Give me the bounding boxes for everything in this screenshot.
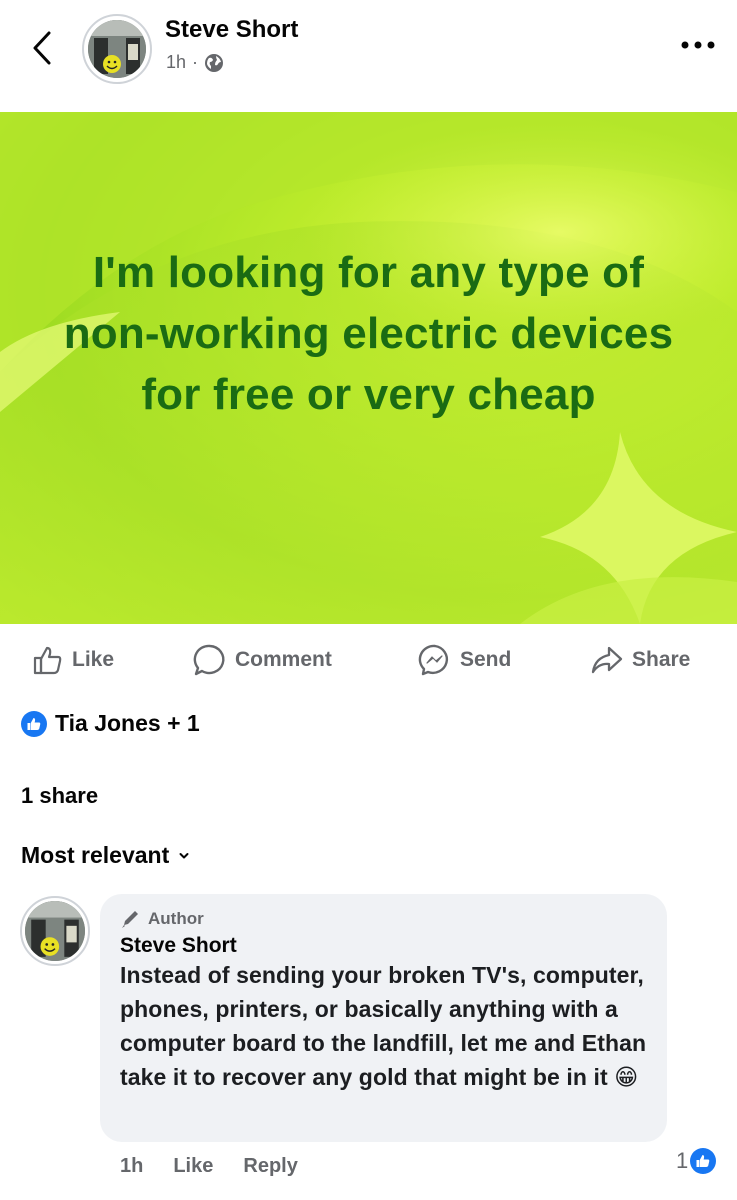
commenter-avatar[interactable] (20, 896, 90, 966)
author-name[interactable]: Steve Short (165, 16, 298, 44)
comment-sort-dropdown[interactable]: Most relevant (21, 842, 189, 869)
send-button[interactable]: Send (418, 630, 511, 690)
pencil-icon (122, 911, 138, 928)
grinning-emoji-icon: 😁 (614, 1064, 639, 1090)
chevron-left-icon (33, 31, 51, 65)
like-button[interactable]: Like (32, 630, 114, 690)
sort-label: Most relevant (21, 842, 170, 868)
author-avatar[interactable] (82, 14, 152, 84)
globe-icon (205, 53, 224, 72)
avatar-photo (88, 20, 146, 78)
author-badge: Author (120, 908, 647, 930)
more-options-button[interactable] (676, 30, 720, 60)
post-meta: 1h · (166, 52, 224, 73)
reaction-summary[interactable]: Tia Jones + 1 (21, 710, 200, 737)
post-text: I'm looking for any type of non-working … (63, 248, 674, 419)
commenter-name[interactable]: Steve Short (120, 934, 647, 958)
post-actions: Like Comment Send Share (0, 630, 737, 690)
back-button[interactable] (22, 26, 62, 70)
comment-reaction-count[interactable]: 1 (676, 1148, 717, 1174)
comment-label: Comment (235, 648, 332, 671)
comment-like-button[interactable]: Like (173, 1155, 213, 1178)
like-reaction-icon (21, 710, 47, 737)
share-count[interactable]: 1 share (21, 783, 98, 809)
comment-reaction-number: 1 (676, 1148, 689, 1173)
like-label: Like (72, 648, 115, 671)
post-background[interactable]: I'm looking for any type of non-working … (0, 112, 737, 624)
reaction-names: Tia Jones + 1 (55, 710, 200, 736)
comment-like-reaction-icon (690, 1148, 717, 1174)
commenter-avatar-photo (25, 901, 85, 961)
comment-footer: 1h Like Reply (120, 1150, 328, 1182)
share-arrow-icon (591, 646, 623, 674)
meta-separator: · (192, 52, 199, 72)
post-time[interactable]: 1h (166, 52, 186, 73)
comment-body: Instead of sending your broken TV's, com… (120, 962, 647, 1090)
chevron-down-icon (179, 852, 189, 858)
comment-button[interactable]: Comment (193, 630, 332, 690)
comment-text: Instead of sending your broken TV's, com… (120, 958, 647, 1094)
share-button[interactable]: Share (590, 630, 690, 690)
comment-bubble[interactable]: Author Steve Short Instead of sending yo… (100, 894, 667, 1142)
thumbs-up-icon (33, 646, 62, 675)
more-dots-icon (681, 41, 715, 49)
messenger-icon (418, 644, 449, 676)
comment-icon (193, 644, 225, 676)
comment-time[interactable]: 1h (120, 1155, 143, 1178)
share-label: Share (632, 648, 691, 671)
author-badge-label: Author (148, 909, 204, 928)
post-header: Steve Short 1h · (0, 0, 737, 112)
comment-reply-button[interactable]: Reply (243, 1155, 297, 1178)
send-label: Send (460, 648, 512, 671)
